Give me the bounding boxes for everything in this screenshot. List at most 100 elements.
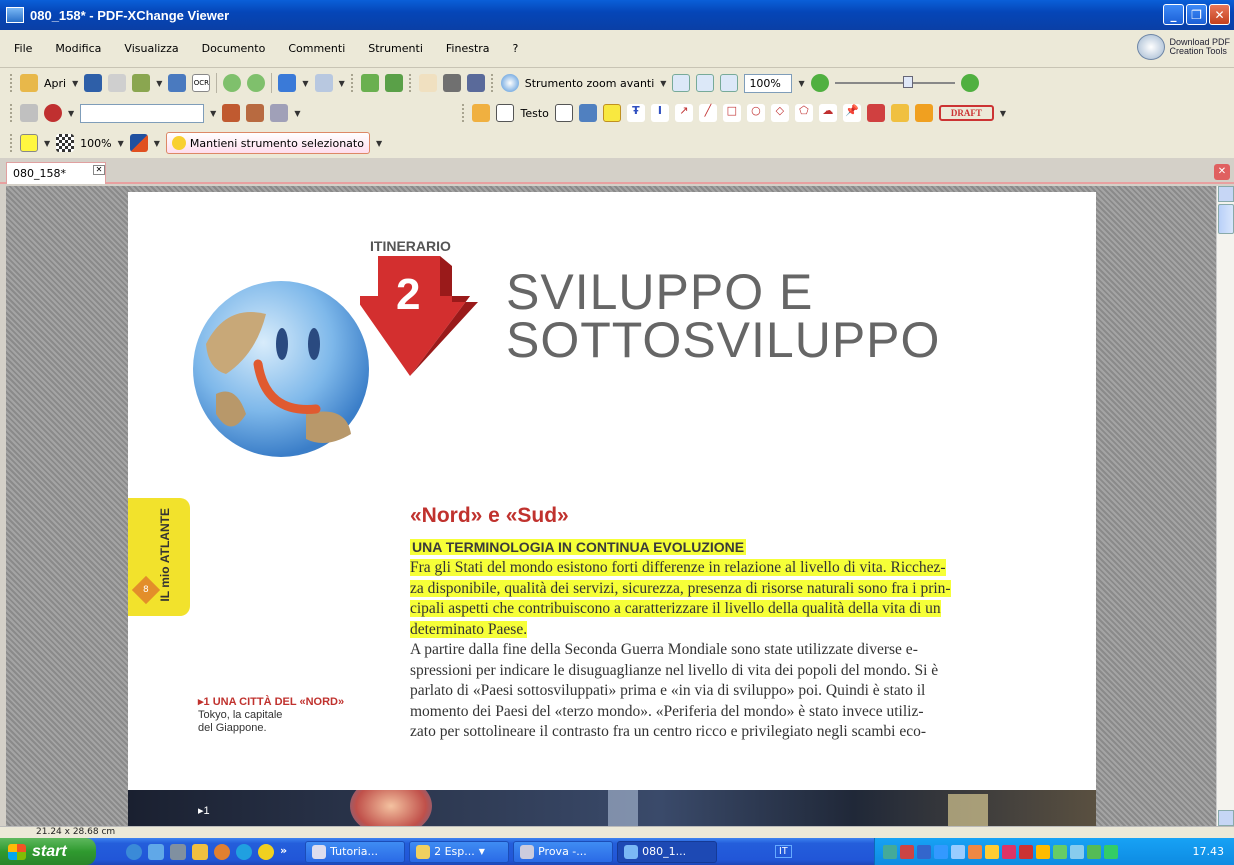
open-dropdown-arrow[interactable]: ▼ [72,79,78,88]
opacity-value[interactable]: 100% [80,137,111,150]
redo-dropdown-arrow[interactable]: ▼ [339,79,345,88]
tray-icon[interactable] [917,844,931,859]
polyline-icon[interactable]: ◇ [770,104,789,122]
clock[interactable]: 17.43 [1193,845,1225,858]
stroke-color-icon[interactable] [129,134,148,152]
start-button[interactable]: start [0,838,96,865]
toolbar-grip[interactable] [462,104,466,122]
minimize-button[interactable]: _ [1163,4,1184,25]
taskbar-button-explorer[interactable]: 2 Esp... ▼ [409,840,510,863]
tray-icon[interactable] [1070,844,1084,859]
toolbar-grip[interactable] [10,74,14,92]
pages-icon[interactable] [384,74,403,92]
search-all-icon[interactable] [246,104,265,122]
stamp-tool-icon[interactable] [914,104,933,122]
fit-width-icon[interactable] [720,74,739,92]
keep-tool-selected-button[interactable]: Mantieni strumento selezionato [165,132,370,154]
paint-icon[interactable] [192,843,208,860]
tray-icon[interactable] [985,844,999,859]
print-icon[interactable] [108,74,127,92]
search-dropdown-arrow[interactable]: ▼ [210,109,216,118]
text-tool-label[interactable]: Testo [520,107,548,120]
open-folder-icon[interactable] [20,74,38,92]
tray-icon[interactable] [1002,844,1016,859]
taskbar-button-prova[interactable]: Prova -... [513,840,614,863]
tray-icon[interactable] [883,844,897,859]
zoom-slider[interactable] [834,76,955,88]
menu-commenti[interactable]: Commenti [288,42,345,55]
zoom-in-tool-icon[interactable] [500,74,519,92]
undo-icon[interactable] [278,74,297,92]
open-button-label[interactable]: Apri [44,77,66,90]
underline-icon[interactable]: I [650,104,669,122]
tab-close-icon[interactable]: ✕ [93,165,105,175]
zoom-out-icon[interactable] [810,74,829,92]
fit-page-icon[interactable] [696,74,715,92]
note-icon[interactable] [472,104,491,122]
cloud-icon[interactable]: ☁ [818,104,837,122]
rotate-icon[interactable] [360,74,379,92]
notepad-icon[interactable] [170,843,186,860]
line-icon[interactable]: ╱ [698,104,717,122]
forward-icon[interactable] [247,74,266,92]
scroll-thumb[interactable] [1218,204,1234,234]
highlight-text-icon[interactable] [602,104,621,122]
callout-icon[interactable] [554,104,573,122]
ellipse-icon[interactable]: ○ [746,104,765,122]
scroll-down-icon[interactable] [1218,810,1234,826]
menu-help[interactable]: ? [513,42,519,55]
export-dropdown-arrow[interactable]: ▼ [156,79,162,88]
menu-documento[interactable]: Documento [202,42,266,55]
toolbar-grip[interactable] [490,74,495,92]
filter-dropdown-arrow[interactable]: ▼ [294,109,300,118]
tray-icon[interactable] [1104,844,1118,859]
opacity-dropdown-arrow[interactable]: ▼ [118,139,124,148]
tray-icon[interactable] [1053,844,1067,859]
taskbar-button-pdf-viewer[interactable]: 080_1... [617,840,718,863]
menu-strumenti[interactable]: Strumenti [368,42,423,55]
polygon-icon[interactable]: ⬠ [794,104,813,122]
save-icon[interactable] [84,74,103,92]
tab-080-158[interactable]: 080_158* ✕ [6,162,106,184]
language-indicator[interactable]: IT [775,845,792,858]
menu-visualizza[interactable]: Visualizza [124,42,178,55]
download-pdf-tools-button[interactable]: Download PDF Creation Tools [1137,34,1230,60]
draft-stamp[interactable]: DRAFT [938,105,994,121]
opacity-icon[interactable] [56,134,75,152]
vertical-scrollbar[interactable] [1216,186,1234,826]
snapshot-icon[interactable] [442,74,461,92]
arrow-icon[interactable]: ↗ [674,104,693,122]
menu-file[interactable]: File [14,42,32,55]
document-viewer[interactable]: 2 ITINERARIO SVILUPPO E SOTTOSVILUPPO IL… [6,186,1216,826]
firefox-icon[interactable] [214,843,230,860]
skype-icon[interactable] [236,843,252,860]
textbox-icon[interactable] [496,104,515,122]
ocr-icon[interactable]: OCR [192,74,211,92]
close-document-icon[interactable]: ✕ [1214,164,1230,180]
toolbar-grip[interactable] [350,74,355,92]
tray-icon[interactable] [951,844,965,859]
tray-icon[interactable] [1087,844,1101,859]
fill-color-dropdown-arrow[interactable]: ▼ [44,139,50,148]
search-next-icon[interactable] [222,104,241,122]
export-icon[interactable] [132,74,151,92]
rectangle-icon[interactable]: □ [722,104,741,122]
toolbar-grip[interactable] [10,134,14,152]
bluetooth-icon[interactable] [934,844,948,859]
desktop-icon[interactable] [148,843,164,860]
search-field[interactable] [80,103,205,123]
eraser-icon[interactable] [890,104,909,122]
tray-icon[interactable] [900,844,914,859]
back-icon[interactable] [223,74,242,92]
hand-tool-icon[interactable] [418,74,437,92]
close-button[interactable]: ✕ [1209,4,1230,25]
fill-color-icon[interactable] [20,134,38,152]
ie-icon[interactable] [126,843,142,860]
toolbar-grip[interactable] [10,104,14,122]
stroke-color-dropdown-arrow[interactable]: ▼ [154,139,160,148]
link-icon[interactable] [20,104,38,122]
typewriter-icon[interactable] [578,104,597,122]
maximize-button[interactable]: ❐ [1186,4,1207,25]
pencil-icon[interactable] [866,104,885,122]
menu-modifica[interactable]: Modifica [55,42,101,55]
